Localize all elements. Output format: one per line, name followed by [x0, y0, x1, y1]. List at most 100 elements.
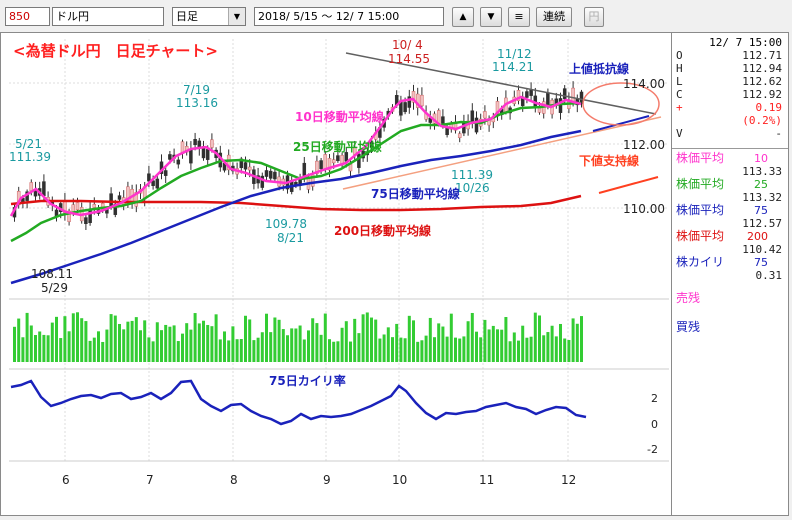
volume-bar: [164, 324, 168, 362]
volume-bar: [101, 341, 105, 362]
volume-bar: [500, 329, 504, 362]
candle-body: [558, 98, 563, 113]
candle-body: [117, 195, 122, 200]
ma-period: 10: [754, 152, 768, 165]
volume-bar: [176, 341, 180, 362]
volume-bar: [302, 339, 306, 362]
pair-field[interactable]: ドル円: [52, 7, 164, 26]
volume-bar: [554, 336, 558, 362]
ma-label: 株価平均: [676, 203, 725, 217]
annotation-may21-val: 111.39: [9, 150, 51, 164]
ma-label: 株価平均: [676, 229, 725, 243]
ma-row: 株価平均 10: [676, 152, 782, 166]
volume-bar: [25, 312, 29, 362]
triangle-down-icon[interactable]: ▼: [480, 7, 502, 27]
volume-bar: [433, 337, 436, 362]
ma-row: 株カイリ 75: [676, 256, 782, 270]
candle-body: [205, 149, 210, 160]
date-range-field[interactable]: 2018/ 5/15 ～ 12/ 7 15:00: [254, 7, 444, 26]
volume-bar: [437, 323, 441, 362]
volume-bar: [197, 323, 201, 362]
volume-bar: [244, 315, 247, 362]
volume-bar: [130, 320, 134, 362]
ohlc-value: 112.94: [742, 62, 782, 75]
volume-bar: [445, 336, 449, 362]
volume-bar: [139, 330, 142, 362]
volume-bar: [454, 337, 457, 362]
annotation-oct26-date: 10/26: [455, 181, 490, 195]
x-tick: 8: [230, 473, 238, 487]
ma-row: 株価平均 25: [676, 178, 782, 192]
volume-bar: [332, 341, 336, 362]
candle-body: [462, 122, 466, 134]
ma-period: 25: [754, 178, 768, 191]
volume-bar: [365, 312, 369, 362]
candle-body: [571, 87, 575, 103]
volume-bar: [260, 332, 264, 362]
ohlc-value: -: [775, 127, 782, 140]
ohlc-value: 0.19: [755, 101, 783, 114]
candle-body: [268, 170, 273, 179]
ma-period: 75: [754, 204, 768, 217]
volume-bar: [420, 340, 424, 362]
volume-bar: [395, 323, 399, 362]
volume-bar: [298, 325, 302, 362]
price-annotations: 5/21 111.39 7/19 113.16 109.78 8/21 11/1…: [9, 47, 534, 245]
volume-bar: [134, 317, 138, 362]
yen-button[interactable]: 円: [584, 7, 604, 27]
candle-body: [247, 166, 252, 171]
volume-bar: [466, 321, 470, 362]
x-tick: 9: [323, 473, 331, 487]
volume-bar: [231, 326, 235, 362]
volume-bar: [319, 334, 323, 362]
ohlc-value: 112.92: [742, 88, 782, 101]
annotation-may29-date: 5/29: [41, 281, 68, 295]
continuous-button[interactable]: 連続: [536, 7, 572, 27]
volume-bar: [256, 337, 260, 362]
ma75-label: 75日移動平均線: [371, 186, 460, 201]
triangle-up-icon[interactable]: ▲: [452, 7, 474, 27]
y-tick: 110.00: [623, 202, 665, 216]
period-select[interactable]: 日足 ▼: [172, 7, 246, 26]
volume-bar: [277, 319, 281, 362]
volume-bar: [168, 326, 172, 362]
annotation-nov12-date: 11/12: [497, 47, 532, 61]
volume-bar: [328, 339, 331, 362]
candle-body: [92, 204, 97, 208]
volume-bar: [88, 340, 92, 362]
candle-body: [210, 139, 214, 148]
volume-bar: [529, 336, 533, 362]
candle-body: [264, 170, 269, 177]
volume-bar: [407, 315, 411, 362]
volume-bar: [512, 332, 516, 362]
volume-bar: [235, 339, 239, 362]
volume-bar: [227, 340, 231, 362]
candle-body: [457, 133, 462, 138]
ma200-label: 200日移動平均線: [334, 223, 431, 238]
volume-bar: [315, 323, 319, 362]
volume-bar: [71, 313, 75, 362]
candle-body: [441, 116, 445, 124]
x-tick: 7: [146, 473, 154, 487]
volume-bar: [571, 318, 575, 362]
chart-title: <為替ドル円 日足チャート>: [13, 42, 218, 60]
menu-lines-icon[interactable]: ≡: [508, 7, 530, 27]
code-field[interactable]: 850: [5, 7, 50, 26]
volume-bar: [185, 323, 189, 362]
volume-bar: [281, 329, 285, 362]
volume-bar: [458, 338, 462, 362]
volume-bar: [109, 314, 113, 362]
chevron-down-icon[interactable]: ▼: [228, 8, 245, 25]
volume-bar: [475, 331, 478, 362]
volume-bar: [210, 326, 214, 362]
ohlc-key: L: [676, 75, 683, 88]
chart-area[interactable]: 114.00 112.00 110.00 2 0 -2 6 7 8 9 10 1…: [0, 32, 672, 516]
annotation-aug21-val: 109.78: [265, 217, 307, 231]
ohlc-value: 112.71: [742, 49, 782, 62]
support-label: 下値支持線: [579, 153, 639, 168]
volume-bar: [441, 326, 445, 362]
candle-body: [537, 107, 542, 113]
ma25-label: 25日移動平均線: [293, 139, 382, 154]
volume-bar: [97, 331, 100, 362]
volume-bar: [147, 337, 151, 362]
